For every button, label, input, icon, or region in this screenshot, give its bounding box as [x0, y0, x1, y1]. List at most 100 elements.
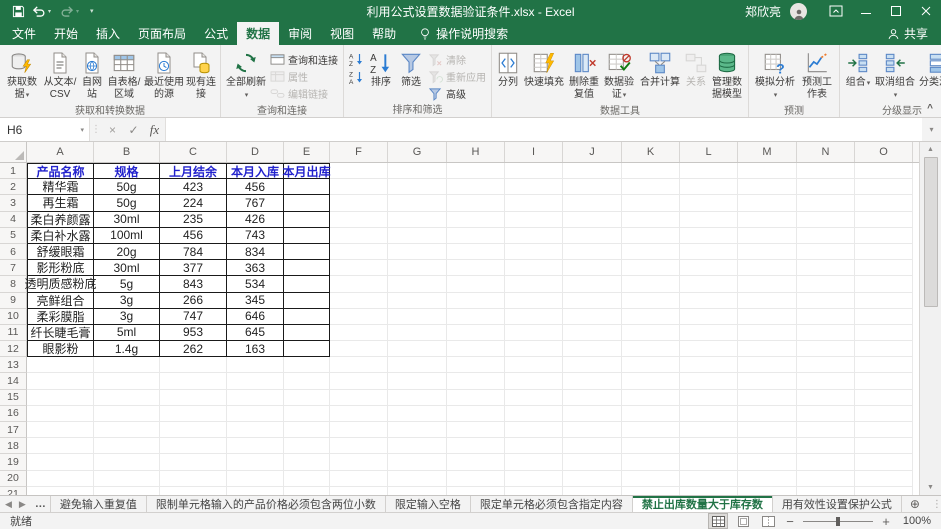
menu-tab-insert[interactable]: 插入 [87, 22, 129, 45]
cell-K19[interactable] [622, 454, 680, 470]
cell-A5[interactable]: 柔白补水露 [27, 228, 94, 244]
collapse-ribbon-button[interactable]: ^ [927, 103, 933, 114]
what-if-analysis-button[interactable]: ? 模拟分析▾ [752, 48, 798, 102]
cell-A19[interactable] [27, 454, 94, 470]
cell-I17[interactable] [505, 422, 563, 438]
manage-data-model-button[interactable]: 管理数据模型 [709, 48, 745, 102]
cell-D8[interactable]: 534 [227, 276, 284, 292]
cell-K6[interactable] [622, 244, 680, 260]
cell-G17[interactable] [388, 422, 447, 438]
row-header-1[interactable]: 1 [0, 163, 27, 179]
ungroup-button[interactable]: 取消组合▾ [873, 48, 917, 102]
menu-tab-page-layout[interactable]: 页面布局 [129, 22, 195, 45]
cell-K13[interactable] [622, 357, 680, 373]
cell-L11[interactable] [680, 325, 738, 341]
cell-H8[interactable] [447, 276, 505, 292]
cell-N2[interactable] [797, 179, 855, 195]
cell-N18[interactable] [797, 438, 855, 454]
cell-F3[interactable] [330, 195, 388, 211]
cell-B3[interactable]: 50g [94, 195, 160, 211]
cell-E2[interactable] [284, 179, 330, 195]
sheet-tab-sheet-1[interactable]: 避免输入重复值 [51, 496, 147, 512]
cell-M21[interactable] [738, 487, 797, 495]
from-text-csv-button[interactable]: 从文本/CSV [41, 48, 79, 102]
cell-G16[interactable] [388, 406, 447, 422]
cell-N17[interactable] [797, 422, 855, 438]
cell-K16[interactable] [622, 406, 680, 422]
cell-E12[interactable] [284, 341, 330, 357]
cell-K21[interactable] [622, 487, 680, 495]
cell-J5[interactable] [563, 228, 622, 244]
cell-H11[interactable] [447, 325, 505, 341]
cell-C10[interactable]: 747 [160, 309, 227, 325]
row-header-20[interactable]: 20 [0, 471, 27, 487]
cell-E6[interactable] [284, 244, 330, 260]
zoom-level[interactable]: 100% [899, 515, 931, 527]
cell-J11[interactable] [563, 325, 622, 341]
scroll-up-icon[interactable]: ▲ [920, 142, 941, 157]
avatar[interactable] [790, 3, 807, 20]
cell-M16[interactable] [738, 406, 797, 422]
page-break-preview-button[interactable] [759, 514, 777, 528]
zoom-in-button[interactable]: + [880, 514, 892, 529]
cell-D17[interactable] [227, 422, 284, 438]
cell-K1[interactable] [622, 163, 680, 179]
column-header-B[interactable]: B [94, 142, 160, 162]
cell-E7[interactable] [284, 260, 330, 276]
cell-F19[interactable] [330, 454, 388, 470]
cell-D3[interactable]: 767 [227, 195, 284, 211]
cell-O7[interactable] [855, 260, 913, 276]
cell-L8[interactable] [680, 276, 738, 292]
cell-L13[interactable] [680, 357, 738, 373]
cell-M10[interactable] [738, 309, 797, 325]
cell-D11[interactable]: 645 [227, 325, 284, 341]
vertical-scrollbar[interactable]: ▲ ▼ [919, 142, 941, 495]
cell-O6[interactable] [855, 244, 913, 260]
new-sheet-button[interactable]: ⊕ [902, 496, 928, 512]
cell-J15[interactable] [563, 390, 622, 406]
cell-H13[interactable] [447, 357, 505, 373]
cell-G21[interactable] [388, 487, 447, 495]
cell-G11[interactable] [388, 325, 447, 341]
cell-L17[interactable] [680, 422, 738, 438]
cell-F12[interactable] [330, 341, 388, 357]
cell-H2[interactable] [447, 179, 505, 195]
cell-C7[interactable]: 377 [160, 260, 227, 276]
cell-O16[interactable] [855, 406, 913, 422]
column-header-H[interactable]: H [447, 142, 505, 162]
column-header-M[interactable]: M [738, 142, 797, 162]
cell-K7[interactable] [622, 260, 680, 276]
cell-F8[interactable] [330, 276, 388, 292]
cell-H10[interactable] [447, 309, 505, 325]
cell-M6[interactable] [738, 244, 797, 260]
cell-J19[interactable] [563, 454, 622, 470]
cell-M7[interactable] [738, 260, 797, 276]
cell-G6[interactable] [388, 244, 447, 260]
cell-N14[interactable] [797, 373, 855, 389]
cell-B6[interactable]: 20g [94, 244, 160, 260]
cell-A8[interactable]: 透明质感粉底 [27, 276, 94, 292]
cell-D1[interactable]: 本月入库 [227, 163, 284, 179]
cell-M3[interactable] [738, 195, 797, 211]
cell-D13[interactable] [227, 357, 284, 373]
cell-F20[interactable] [330, 471, 388, 487]
cell-I21[interactable] [505, 487, 563, 495]
cell-H5[interactable] [447, 228, 505, 244]
cell-B7[interactable]: 30ml [94, 260, 160, 276]
more-sheets-icon[interactable]: … [31, 496, 51, 512]
cell-N16[interactable] [797, 406, 855, 422]
cell-K17[interactable] [622, 422, 680, 438]
cell-C17[interactable] [160, 422, 227, 438]
cell-L18[interactable] [680, 438, 738, 454]
column-header-N[interactable]: N [797, 142, 855, 162]
cell-C2[interactable]: 423 [160, 179, 227, 195]
cell-N13[interactable] [797, 357, 855, 373]
cell-J14[interactable] [563, 373, 622, 389]
row-header-12[interactable]: 12 [0, 341, 27, 357]
column-header-F[interactable]: F [330, 142, 388, 162]
cell-E4[interactable] [284, 212, 330, 228]
row-header-13[interactable]: 13 [0, 357, 27, 373]
cell-A14[interactable] [27, 373, 94, 389]
cell-B18[interactable] [94, 438, 160, 454]
cell-N8[interactable] [797, 276, 855, 292]
